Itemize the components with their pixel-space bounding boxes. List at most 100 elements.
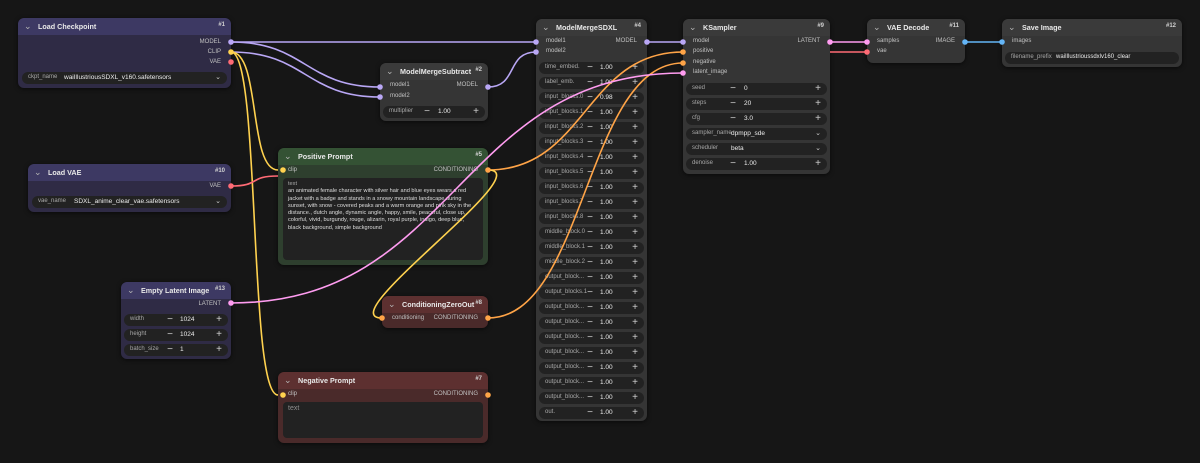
input-slot-positive[interactable]: positive [683,47,830,58]
node-header[interactable]: ⌄ Positive Prompt #5 [278,148,488,165]
model-merge-sdxl-node[interactable]: ⌄ ModelMergeSDXL #4 model1 MODEL model2 … [536,19,647,421]
node-header[interactable]: ⌄ KSampler #9 [683,19,830,36]
collapse-chevron-icon[interactable]: ⌄ [542,22,550,33]
merge-ratio-stepper[interactable]: output_block... −1.00 + [539,362,644,374]
input-slot-model2[interactable]: model2 [390,93,410,99]
merge-ratio-stepper[interactable]: middle_block.0−1.00 + [539,227,644,239]
increment-button[interactable]: + [630,197,640,208]
ksampler-node[interactable]: ⌄ KSampler #9 model LATENT positive nega… [683,19,830,174]
node-graph-canvas[interactable]: ⌄ Load Checkpoint #1 MODEL CLIP VAE ckpt… [0,0,1200,463]
model-merge-subtract-node[interactable]: ⌄ ModelMergeSubtract #2 model1 MODEL mod… [380,63,488,121]
slot-row[interactable]: clip CONDITIONING [278,390,488,401]
decrement-button[interactable]: − [728,98,738,109]
decrement-button[interactable]: − [585,167,595,178]
vae-decode-node[interactable]: ⌄ VAE Decode #11 samples IMAGE vae [867,19,965,63]
increment-button[interactable]: + [630,152,640,163]
decrement-button[interactable]: − [585,107,595,118]
increment-button[interactable]: + [813,113,823,124]
increment-button[interactable]: + [813,158,823,169]
number-stepper[interactable]: cfg −3.0 + [686,113,827,125]
increment-button[interactable]: + [630,242,640,253]
collapse-chevron-icon[interactable]: ⌄ [34,167,42,178]
merge-ratio-stepper[interactable]: input_blocks.4−1.00 + [539,152,644,164]
increment-button[interactable]: + [630,362,640,373]
collapse-chevron-icon[interactable]: ⌄ [388,299,396,310]
merge-ratio-stepper[interactable]: input_blocks.6−1.00 + [539,182,644,194]
output-slot-image[interactable]: IMAGE [936,38,955,44]
output-slot-latent[interactable]: LATENT [121,300,231,311]
input-slot-clip[interactable]: clip [288,391,297,397]
output-slot-model[interactable]: MODEL [457,82,478,88]
increment-button[interactable]: + [630,272,640,283]
merge-ratio-stepper[interactable]: output_block... −1.00 + [539,272,644,284]
decrement-button[interactable]: − [585,227,595,238]
input-slot-model1[interactable]: model1 [546,38,566,44]
number-stepper[interactable]: steps −20 + [686,98,827,110]
increment-button[interactable]: + [630,332,640,343]
increment-button[interactable]: + [630,392,640,403]
merge-ratio-stepper[interactable]: output_blocks.1−1.00 + [539,287,644,299]
decrement-button[interactable]: − [585,407,595,418]
decrement-button[interactable]: − [165,314,175,325]
height-stepper[interactable]: height − 1024 + [124,329,228,341]
decrement-button[interactable]: − [585,197,595,208]
input-slot-model[interactable]: model [693,38,709,44]
decrement-button[interactable]: − [728,83,738,94]
collapse-chevron-icon[interactable]: ⌄ [1008,22,1016,33]
increment-button[interactable]: + [630,212,640,223]
node-header[interactable]: ⌄ Negative Prompt #7 [278,372,488,389]
decrement-button[interactable]: − [585,212,595,223]
output-slot-conditioning[interactable]: CONDITIONING [434,315,478,321]
increment-button[interactable]: + [214,329,224,340]
input-slot-model1[interactable]: model1 [390,82,410,88]
slot-row[interactable]: model2 [380,92,488,103]
input-slot-clip[interactable]: clip [288,167,297,173]
merge-ratio-stepper[interactable]: input_blocks.7−1.00 + [539,197,644,209]
collapse-chevron-icon[interactable]: ⌄ [284,375,292,386]
merge-ratio-stepper[interactable]: input_blocks.1−1.00 + [539,107,644,119]
increment-button[interactable]: + [813,98,823,109]
number-stepper[interactable]: seed −0 + [686,83,827,95]
increment-button[interactable]: + [630,302,640,313]
collapse-chevron-icon[interactable]: ⌄ [873,22,881,33]
output-slot-latent[interactable]: LATENT [797,38,820,44]
decrement-button[interactable]: − [585,287,595,298]
increment-button[interactable]: + [630,77,640,88]
increment-button[interactable]: + [471,106,481,117]
decrement-button[interactable]: − [585,302,595,313]
decrement-button[interactable]: − [585,77,595,88]
slot-row[interactable]: model2 [536,47,647,58]
decrement-button[interactable]: − [165,329,175,340]
output-slot-conditioning[interactable]: CONDITIONING [434,391,478,397]
increment-button[interactable]: + [630,167,640,178]
merge-ratio-stepper[interactable]: input_blocks.0−0.98 + [539,92,644,104]
increment-button[interactable]: + [630,107,640,118]
node-header[interactable]: ⌄ Save Image #12 [1002,19,1182,36]
slot-row[interactable]: clip CONDITIONING [278,166,488,177]
decrement-button[interactable]: − [585,377,595,388]
prompt-textarea[interactable]: text an animated female character with s… [283,178,483,260]
merge-ratio-stepper[interactable]: out. −1.00 + [539,407,644,419]
increment-button[interactable]: + [630,287,640,298]
decrement-button[interactable]: − [585,122,595,133]
increment-button[interactable]: + [630,377,640,388]
prompt-textarea[interactable]: text [283,402,483,438]
filename-prefix-field[interactable]: filename_prefix waiIllustrioussdxlv160_c… [1005,52,1179,64]
increment-button[interactable]: + [214,344,224,355]
decrement-button[interactable]: − [585,362,595,373]
increment-button[interactable]: + [630,92,640,103]
input-slot-model2[interactable]: model2 [546,48,566,54]
output-slot-model[interactable]: MODEL [616,38,637,44]
slot-row[interactable]: model1 MODEL [380,81,488,92]
output-slot-vae[interactable]: VAE [28,182,231,193]
decrement-button[interactable]: − [585,62,595,73]
conditioning-zero-out-node[interactable]: ⌄ ConditioningZeroOut #8 conditioning CO… [382,296,488,328]
merge-ratio-stepper[interactable]: output_block... −1.00 + [539,347,644,359]
batch-size-stepper[interactable]: batch_size − 1 + [124,344,228,356]
width-stepper[interactable]: width − 1024 + [124,314,228,326]
increment-button[interactable]: + [630,407,640,418]
collapse-chevron-icon[interactable]: ⌄ [24,21,32,32]
merge-ratio-stepper[interactable]: output_block... −1.00 + [539,302,644,314]
merge-ratio-stepper[interactable]: output_block... −1.00 + [539,392,644,404]
collapse-chevron-icon[interactable]: ⌄ [284,151,292,162]
